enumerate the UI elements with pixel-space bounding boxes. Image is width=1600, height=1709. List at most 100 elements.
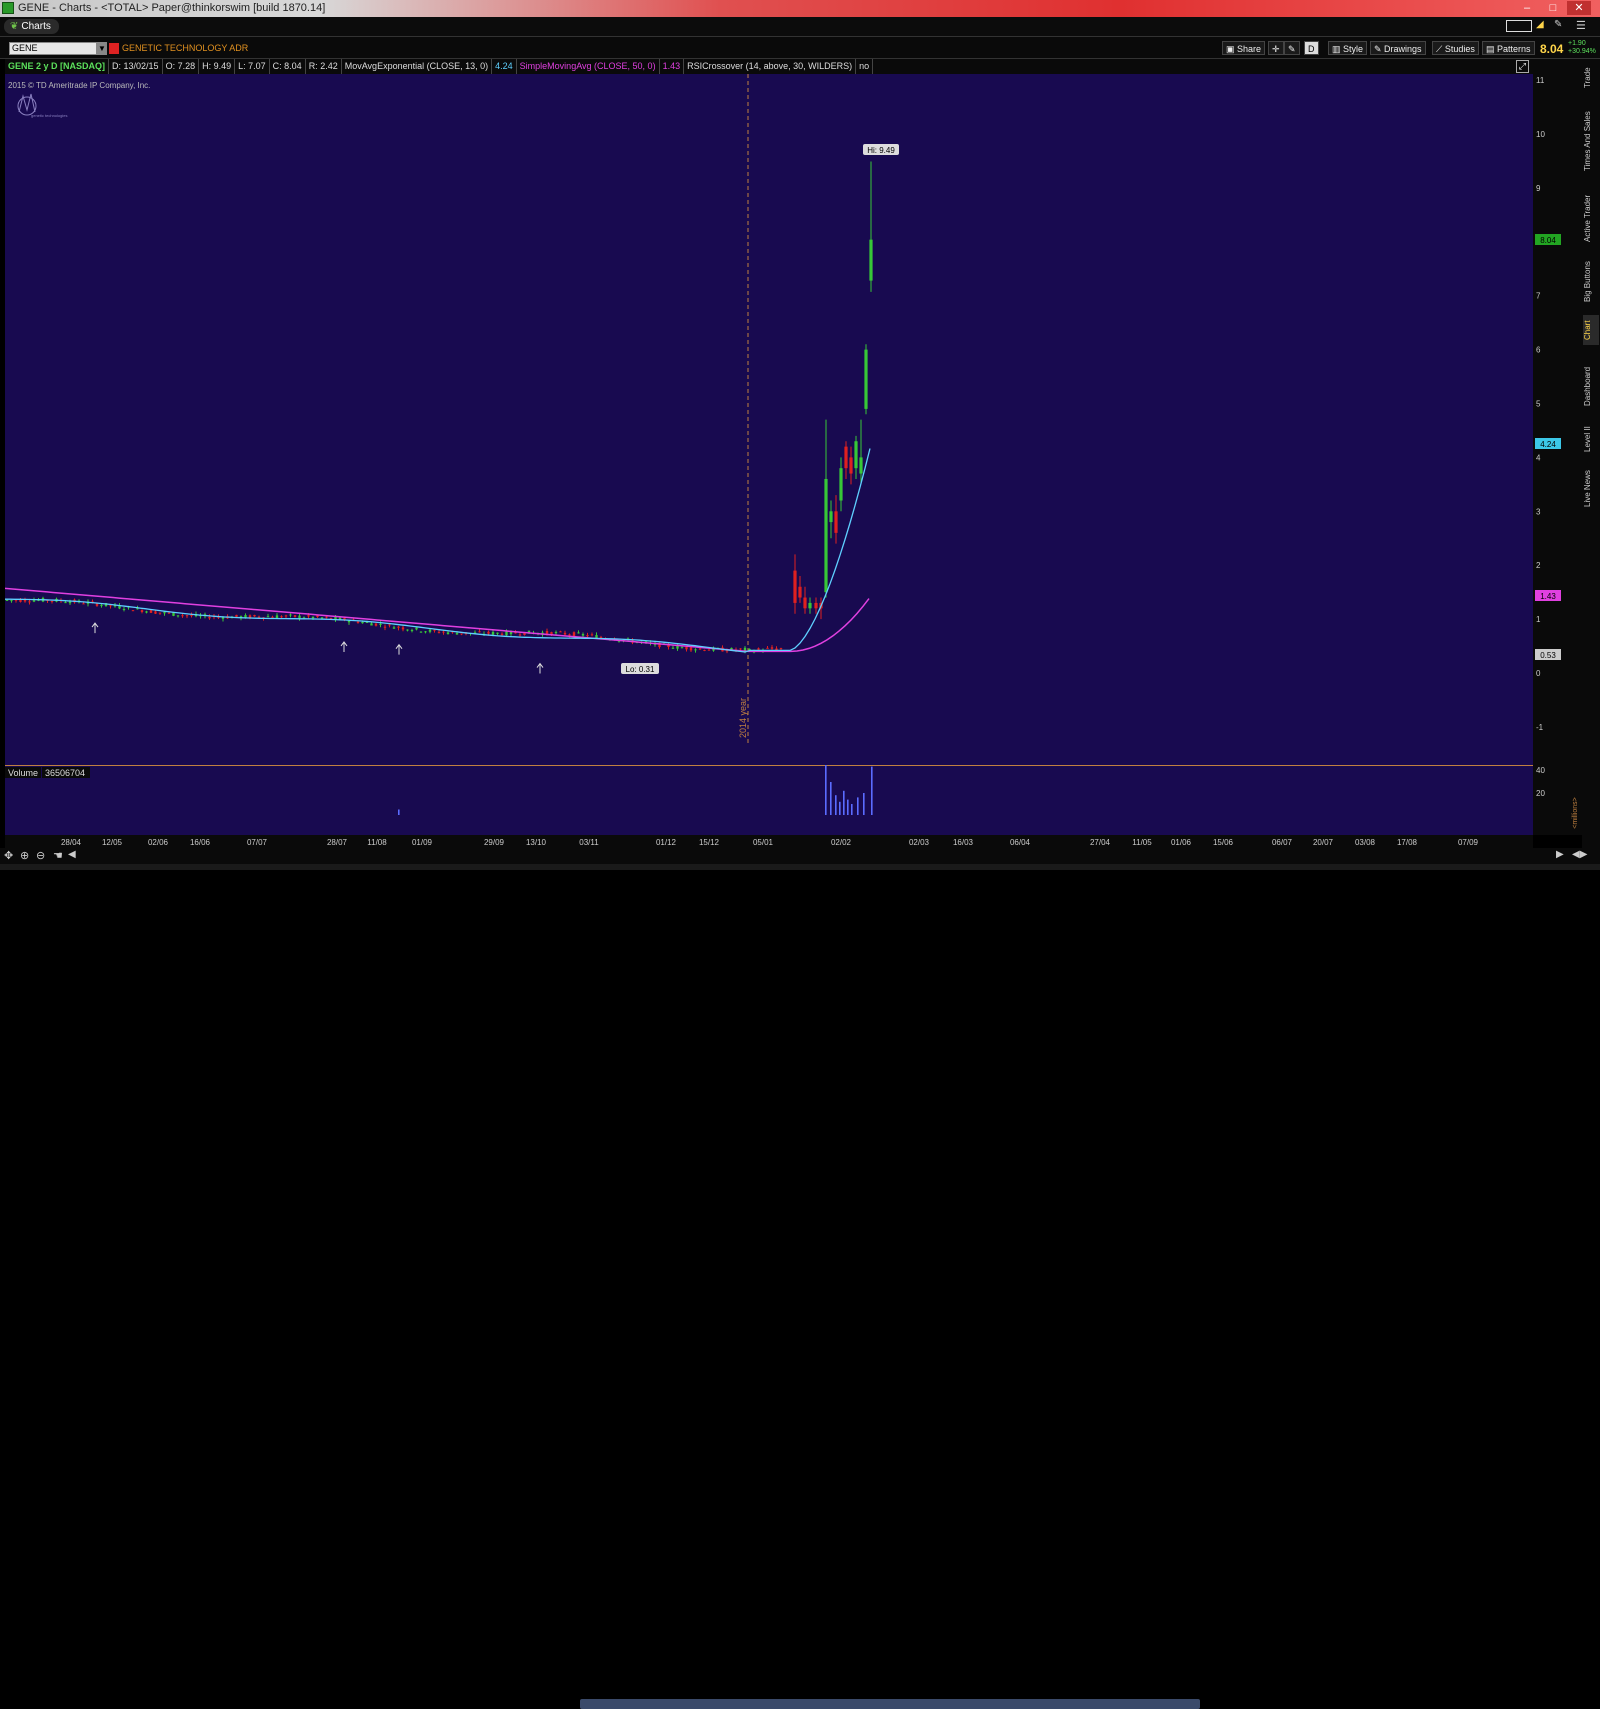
- candle-body: [320, 617, 324, 619]
- layout-icon[interactable]: [1506, 20, 1532, 32]
- time-scrollbar[interactable]: [580, 1699, 1200, 1709]
- side-tab-trade[interactable]: Trade: [1583, 63, 1599, 93]
- rsi-value: no: [856, 59, 874, 74]
- menu-icon[interactable]: ☰: [1576, 19, 1586, 32]
- maximize-button[interactable]: □: [1541, 1, 1565, 15]
- candle-body: [10, 600, 13, 602]
- symbol-dropdown-icon[interactable]: ▼: [97, 42, 107, 55]
- candle-body: [383, 626, 387, 628]
- minimize-button[interactable]: –: [1515, 1, 1539, 15]
- side-tab-dashboard[interactable]: Dashboard: [1583, 359, 1599, 413]
- patterns-button[interactable]: ▤ Patterns: [1482, 41, 1535, 55]
- zoom-out-icon[interactable]: ⊖: [36, 849, 45, 862]
- candle-body: [50, 600, 54, 602]
- time-tick-label: 17/08: [1397, 838, 1418, 847]
- crosshair-icon: ✛: [1272, 44, 1280, 54]
- rsi-up-arrow: [340, 641, 348, 652]
- candle-body: [568, 634, 571, 636]
- candle-body: [581, 634, 585, 636]
- side-tab-level-ii[interactable]: Level II: [1583, 419, 1599, 459]
- ema-study[interactable]: MovAvgExponential (CLOSE, 13, 0): [342, 59, 493, 74]
- drawings-button[interactable]: ✎ Drawings: [1370, 41, 1426, 55]
- volume-bar: [871, 766, 873, 815]
- volume-bar: [843, 790, 845, 815]
- tab-charts[interactable]: ❦ Charts: [4, 19, 59, 34]
- candle-body: [698, 648, 702, 650]
- candle-body: [803, 597, 807, 609]
- candle-body: [401, 627, 405, 630]
- scroll-left-icon[interactable]: ◀: [68, 849, 76, 860]
- candle-body: [298, 615, 301, 619]
- tab-charts-label: Charts: [21, 21, 51, 32]
- candle-body: [743, 647, 747, 651]
- candle-body: [518, 634, 522, 636]
- time-tick-label: 01/06: [1171, 838, 1192, 847]
- side-tab-chart[interactable]: Chart: [1583, 315, 1599, 345]
- candle-body: [154, 611, 157, 614]
- last-price: 8.04: [1540, 42, 1564, 56]
- share-button[interactable]: ▣ Share: [1222, 41, 1266, 55]
- side-tab-big-buttons[interactable]: Big Buttons: [1583, 255, 1599, 309]
- share-label: Share: [1237, 44, 1262, 54]
- chart-toolbar: GENE ▼ GENETIC TECHNOLOGY ADR ▣ Share ✛ …: [0, 36, 1600, 59]
- studies-button[interactable]: ⟋ Studies: [1432, 41, 1479, 55]
- resize-icon[interactable]: ◢: [1536, 19, 1544, 30]
- side-tab-active-trader[interactable]: Active Trader: [1583, 187, 1599, 249]
- rsi-study[interactable]: RSICrossover (14, above, 30, WILDERS): [684, 59, 857, 74]
- low-badge-text: 0.53: [1540, 651, 1556, 660]
- ema-line: [5, 448, 871, 653]
- pan-icon[interactable]: ✥: [4, 849, 13, 862]
- drawing-tool-button[interactable]: ✛: [1268, 41, 1284, 55]
- candle-body: [64, 602, 67, 604]
- side-tab-times-and-sales[interactable]: Times And Sales: [1583, 103, 1599, 179]
- app-icon: [2, 2, 14, 14]
- settings-button[interactable]: ✎: [1284, 41, 1300, 55]
- expand-chart-icon[interactable]: ⤢: [1515, 60, 1529, 73]
- candle-body: [680, 647, 684, 649]
- volume-bar: [857, 797, 859, 815]
- close-button[interactable]: ✕: [1567, 1, 1591, 15]
- symbol-input[interactable]: GENE: [9, 42, 97, 55]
- candle-body: [563, 632, 567, 635]
- expand-time-icon[interactable]: ◀▶: [1572, 849, 1587, 860]
- time-tick-label: 03/11: [579, 838, 599, 847]
- price-chart[interactable]: 2015 © TD Ameritrade IP Company, Inc. ge…: [4, 74, 1533, 765]
- period-button[interactable]: D: [1304, 41, 1319, 55]
- candle-body: [235, 614, 238, 617]
- rsi-up-arrow: [91, 622, 99, 634]
- time-tick-label: 12/05: [102, 838, 123, 847]
- candle-body: [689, 647, 693, 651]
- candle-body: [419, 631, 423, 633]
- zoom-in-icon[interactable]: ⊕: [20, 849, 29, 862]
- candle-body: [793, 570, 797, 603]
- price-axis[interactable]: 11109876543210-1 8.04 4.24 1.43 0.53: [1533, 59, 1582, 765]
- candle-body: [770, 647, 774, 649]
- price-chart-svg[interactable]: 2015 © TD Ameritrade IP Company, Inc. ge…: [4, 74, 1533, 765]
- tab-bar-tools: ◢ ✎ ☰: [1506, 19, 1596, 34]
- candle-body: [163, 612, 166, 614]
- symbol-flag-icon[interactable]: [109, 43, 119, 54]
- tools-icon[interactable]: ✎: [1554, 19, 1562, 30]
- hand-icon[interactable]: ☚: [53, 849, 63, 862]
- candle-body: [253, 614, 256, 617]
- candle-body: [798, 586, 802, 598]
- drawings-label: Drawings: [1384, 44, 1422, 54]
- candle-body: [379, 623, 382, 625]
- candle-body: [392, 627, 396, 629]
- candle-body: [671, 647, 675, 649]
- candle-body: [808, 602, 812, 609]
- volume-label: Volume: [8, 768, 38, 778]
- candle-body: [487, 631, 490, 634]
- scroll-right-icon[interactable]: ▶: [1556, 849, 1564, 860]
- price-tick-label: 0: [1536, 669, 1541, 678]
- side-tab-live-news[interactable]: Live News: [1583, 463, 1599, 515]
- change-percent: +30.94%: [1568, 48, 1596, 55]
- price-axis-svg: 11109876543210-1 8.04 4.24 1.43 0.53: [1535, 76, 1561, 732]
- sma-study[interactable]: SimpleMovingAvg (CLOSE, 50, 0): [517, 59, 660, 74]
- volume-panel[interactable]: Volume 36506704: [5, 762, 1533, 835]
- candle-body: [271, 616, 274, 618]
- time-tick-label: 06/07: [1272, 838, 1293, 847]
- style-button[interactable]: ▥ Style: [1328, 41, 1368, 55]
- candle-body: [109, 605, 112, 607]
- chart-symbol-label[interactable]: GENE 2 y D [NASDAQ]: [5, 59, 110, 74]
